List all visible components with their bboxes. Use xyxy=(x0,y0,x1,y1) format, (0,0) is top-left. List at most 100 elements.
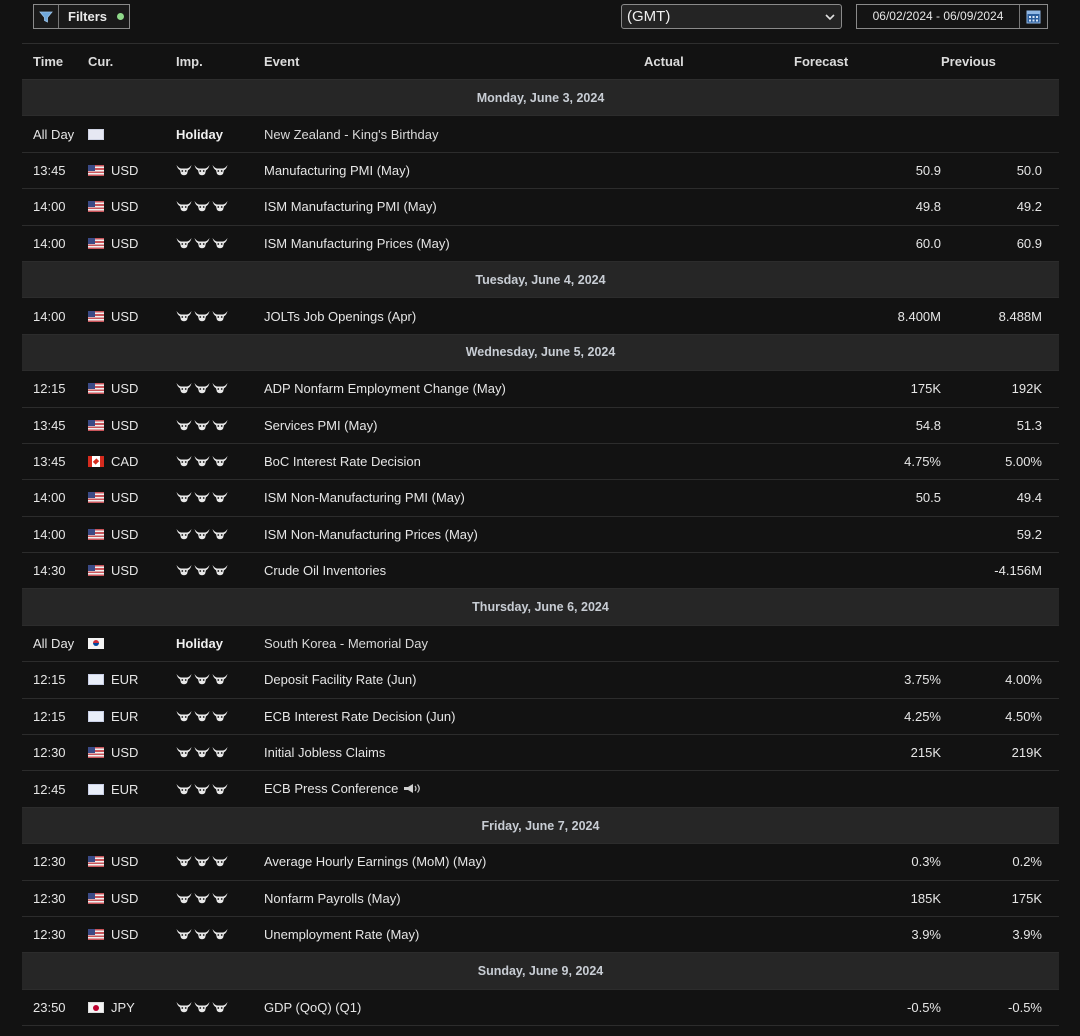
column-actual[interactable]: Actual xyxy=(644,43,794,80)
event-row[interactable]: 12:15 EUR ECB Interest Rate Decision (Ju… xyxy=(22,698,1059,736)
event-name[interactable]: Deposit Facility Rate (Jun) xyxy=(264,672,416,687)
column-forecast[interactable]: Forecast xyxy=(794,43,941,80)
event-cell[interactable]: South Korea - Memorial Day xyxy=(264,625,644,663)
event-row[interactable]: All Day Holiday South Korea - Memorial D… xyxy=(22,625,1059,663)
importance-cell xyxy=(176,552,264,590)
event-name[interactable]: Crude Oil Inventories xyxy=(264,563,386,578)
event-row[interactable]: 23:50 JPY GDP (QoQ) (Q1) -0.5% -0.5% xyxy=(22,989,1059,1027)
event-cell[interactable]: Average Hourly Earnings (MoM) (May) xyxy=(264,843,644,881)
event-name[interactable]: Initial Jobless Claims xyxy=(264,745,385,760)
calendar-icon[interactable] xyxy=(1020,10,1047,24)
event-cell[interactable]: Initial Jobless Claims xyxy=(264,734,644,772)
currency-cell: USD xyxy=(88,916,176,954)
column-event[interactable]: Event xyxy=(264,43,644,80)
event-row[interactable]: 14:30 USD Crude Oil Inventories -4.156M xyxy=(22,552,1059,590)
date-range-picker[interactable]: 06/02/2024 - 06/09/2024 xyxy=(856,4,1048,29)
event-row[interactable]: 12:30 USD Unemployment Rate (May) 3.9% 3… xyxy=(22,916,1059,954)
event-previous: 49.4 xyxy=(941,479,1059,517)
event-previous: -4.156M xyxy=(941,552,1059,590)
bull-icon xyxy=(176,564,192,577)
importance-cell xyxy=(176,661,264,699)
event-name[interactable]: South Korea - Memorial Day xyxy=(264,636,428,651)
calendar-body: Monday, June 3, 2024 All Day Holiday New… xyxy=(22,79,1059,1027)
timezone-select[interactable]: (GMT) xyxy=(621,4,842,29)
flag-icon-us xyxy=(88,383,104,395)
event-row[interactable]: 13:45 CAD BoC Interest Rate Decision 4.7… xyxy=(22,443,1059,481)
event-name[interactable]: JOLTs Job Openings (Apr) xyxy=(264,309,416,324)
event-row[interactable]: 12:30 USD Average Hourly Earnings (MoM) … xyxy=(22,843,1059,881)
column-previous[interactable]: Previous xyxy=(941,43,1059,80)
importance-rating xyxy=(176,382,264,395)
event-name[interactable]: ADP Nonfarm Employment Change (May) xyxy=(264,381,506,396)
event-cell[interactable]: JOLTs Job Openings (Apr) xyxy=(264,297,644,335)
event-cell[interactable]: BoC Interest Rate Decision xyxy=(264,443,644,481)
event-name[interactable]: ECB Press Conference xyxy=(264,781,398,796)
event-cell[interactable]: Nonfarm Payrolls (May) xyxy=(264,880,644,917)
currency-cell: USD xyxy=(88,734,176,772)
event-time: 12:45 xyxy=(22,770,88,808)
event-cell[interactable]: ECB Press Conference xyxy=(264,770,644,808)
column-time[interactable]: Time xyxy=(22,43,88,80)
event-cell[interactable]: Unemployment Rate (May) xyxy=(264,916,644,954)
event-row[interactable]: 13:45 USD Services PMI (May) 54.8 51.3 xyxy=(22,407,1059,444)
currency-code: USD xyxy=(111,563,139,579)
event-actual xyxy=(644,297,794,335)
event-name[interactable]: New Zealand - King's Birthday xyxy=(264,127,438,142)
bull-icon xyxy=(194,892,210,905)
bull-icon xyxy=(212,892,228,905)
currency-cell: USD xyxy=(88,225,176,262)
filters-button[interactable]: Filters xyxy=(33,4,130,29)
event-time: 12:30 xyxy=(22,916,88,954)
event-name[interactable]: ISM Non-Manufacturing Prices (May) xyxy=(264,527,478,542)
currency-code: USD xyxy=(111,162,139,178)
event-cell[interactable]: Deposit Facility Rate (Jun) xyxy=(264,661,644,699)
event-name[interactable]: GDP (QoQ) (Q1) xyxy=(264,1000,361,1015)
bull-icon xyxy=(212,528,228,541)
event-time: 12:30 xyxy=(22,734,88,772)
event-cell[interactable]: ECB Interest Rate Decision (Jun) xyxy=(264,698,644,736)
bull-icon xyxy=(212,855,228,868)
event-name[interactable]: ECB Interest Rate Decision (Jun) xyxy=(264,709,455,724)
event-row[interactable]: 14:00 USD ISM Non-Manufacturing PMI (May… xyxy=(22,479,1059,517)
event-cell[interactable]: ISM Non-Manufacturing Prices (May) xyxy=(264,516,644,554)
currency-code: EUR xyxy=(111,672,139,688)
event-name[interactable]: BoC Interest Rate Decision xyxy=(264,454,421,469)
event-row[interactable]: All Day Holiday New Zealand - King's Bir… xyxy=(22,115,1059,153)
event-actual xyxy=(644,225,794,262)
event-row[interactable]: 12:15 USD ADP Nonfarm Employment Change … xyxy=(22,370,1059,408)
event-row[interactable]: 13:45 USD Manufacturing PMI (May) 50.9 5… xyxy=(22,152,1059,190)
bull-icon xyxy=(176,673,192,686)
event-time: 14:00 xyxy=(22,516,88,554)
event-name[interactable]: Unemployment Rate (May) xyxy=(264,927,419,942)
event-name[interactable]: Nonfarm Payrolls (May) xyxy=(264,891,401,906)
event-cell[interactable]: New Zealand - King's Birthday xyxy=(264,115,644,153)
event-cell[interactable]: ADP Nonfarm Employment Change (May) xyxy=(264,370,644,408)
event-cell[interactable]: GDP (QoQ) (Q1) xyxy=(264,989,644,1027)
event-cell[interactable]: ISM Manufacturing PMI (May) xyxy=(264,188,644,226)
event-row[interactable]: 14:00 USD ISM Manufacturing Prices (May)… xyxy=(22,225,1059,262)
event-cell[interactable]: Services PMI (May) xyxy=(264,407,644,444)
importance-cell xyxy=(176,188,264,226)
event-cell[interactable]: Manufacturing PMI (May) xyxy=(264,152,644,190)
event-name[interactable]: Manufacturing PMI (May) xyxy=(264,163,410,178)
event-name[interactable]: ISM Non-Manufacturing PMI (May) xyxy=(264,490,465,505)
event-row[interactable]: 12:30 USD Initial Jobless Claims 215K 21… xyxy=(22,734,1059,772)
importance-cell xyxy=(176,698,264,736)
event-name[interactable]: ISM Manufacturing PMI (May) xyxy=(264,199,437,214)
column-importance[interactable]: Imp. xyxy=(176,43,264,80)
event-row[interactable]: 12:45 EUR ECB Press Conference xyxy=(22,770,1059,808)
event-cell[interactable]: ISM Non-Manufacturing PMI (May) xyxy=(264,479,644,517)
event-row[interactable]: 14:00 USD ISM Manufacturing PMI (May) 49… xyxy=(22,188,1059,226)
event-row[interactable]: 14:00 USD ISM Non-Manufacturing Prices (… xyxy=(22,516,1059,554)
event-name[interactable]: ISM Manufacturing Prices (May) xyxy=(264,236,450,251)
event-row[interactable]: 12:30 USD Nonfarm Payrolls (May) 185K 17… xyxy=(22,880,1059,917)
importance-rating xyxy=(176,310,264,323)
event-cell[interactable]: ISM Manufacturing Prices (May) xyxy=(264,225,644,262)
column-currency[interactable]: Cur. xyxy=(88,43,176,80)
event-row[interactable]: 12:15 EUR Deposit Facility Rate (Jun) 3.… xyxy=(22,661,1059,699)
speech-icon[interactable] xyxy=(403,782,423,797)
event-row[interactable]: 14:00 USD JOLTs Job Openings (Apr) 8.400… xyxy=(22,297,1059,335)
event-cell[interactable]: Crude Oil Inventories xyxy=(264,552,644,590)
event-name[interactable]: Services PMI (May) xyxy=(264,418,377,433)
event-name[interactable]: Average Hourly Earnings (MoM) (May) xyxy=(264,854,486,869)
